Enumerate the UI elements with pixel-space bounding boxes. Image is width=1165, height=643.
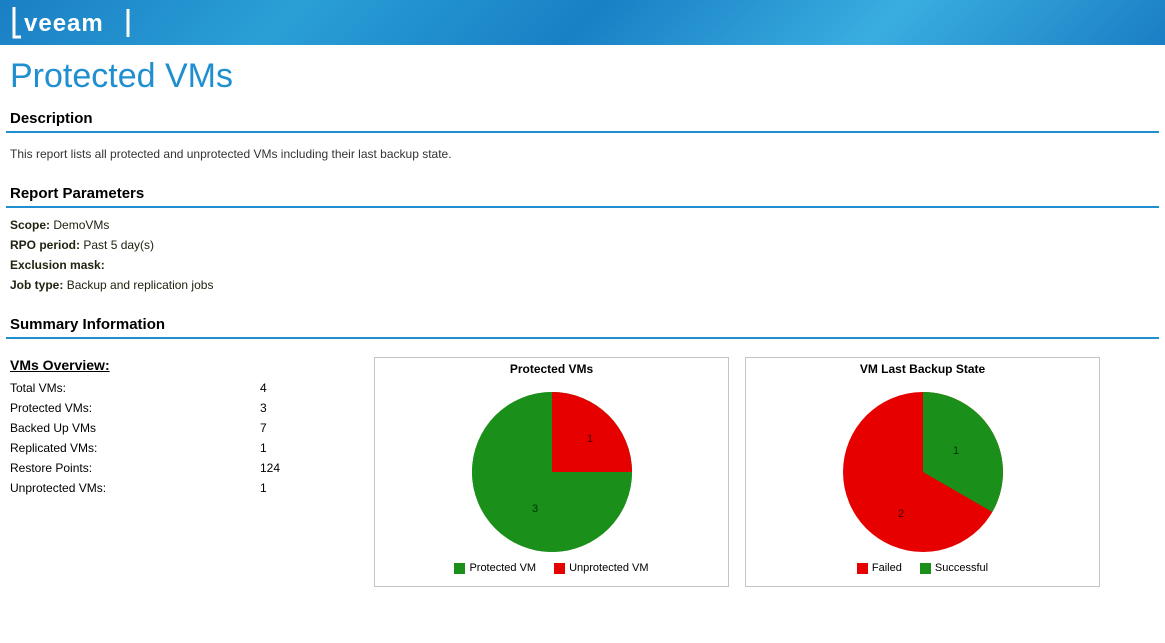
legend-item: Successful <box>920 562 988 574</box>
parameters-heading: Report Parameters <box>0 181 1165 202</box>
overview-label: Backed Up VMs <box>10 421 260 435</box>
overview-row: Replicated VMs: 1 <box>10 441 358 455</box>
overview-row: Unprotected VMs: 1 <box>10 481 358 495</box>
chart-title: Protected VMs <box>510 362 593 376</box>
summary-row: VMs Overview: Total VMs: 4 Protected VMs… <box>0 349 1165 595</box>
legend-label: Unprotected VM <box>569 562 648 574</box>
swatch-icon <box>857 563 868 574</box>
overview-label: Protected VMs: <box>10 401 260 415</box>
overview-value: 1 <box>260 481 267 495</box>
swatch-icon <box>554 563 565 574</box>
page-title: Protected VMs <box>0 45 1165 106</box>
header-banner: veeam <box>0 0 1165 45</box>
divider <box>6 131 1159 133</box>
overview-value: 7 <box>260 421 267 435</box>
scope-value: DemoVMs <box>53 218 109 232</box>
pie-chart-backup: 1 2 <box>823 380 1023 558</box>
jobtype-value: Backup and replication jobs <box>67 278 214 292</box>
legend-item: Unprotected VM <box>554 562 648 574</box>
overview-value: 1 <box>260 441 267 455</box>
description-text: This report lists all protected and unpr… <box>0 143 1165 181</box>
veeam-logo: veeam <box>10 5 170 41</box>
overview-row: Backed Up VMs 7 <box>10 421 358 435</box>
protected-vms-chart: Protected VMs 1 3 Protected VM Unprotect… <box>374 357 729 587</box>
chart-legend: Failed Successful <box>857 562 988 574</box>
last-backup-state-chart: VM Last Backup State 1 2 Failed Successf… <box>745 357 1100 587</box>
legend-item: Failed <box>857 562 902 574</box>
chart-legend: Protected VM Unprotected VM <box>454 562 648 574</box>
overview-row: Total VMs: 4 <box>10 381 358 395</box>
svg-text:veeam: veeam <box>24 10 104 37</box>
description-heading: Description <box>0 106 1165 127</box>
overview-label: Total VMs: <box>10 381 260 395</box>
overview-label: Replicated VMs: <box>10 441 260 455</box>
rpo-value: Past 5 day(s) <box>83 238 154 252</box>
swatch-icon <box>920 563 931 574</box>
divider <box>6 206 1159 208</box>
scope-label: Scope: <box>10 218 50 232</box>
legend-label: Protected VM <box>469 562 536 574</box>
overview-label: Unprotected VMs: <box>10 481 260 495</box>
chart-title: VM Last Backup State <box>860 362 985 376</box>
slice-label: 3 <box>532 503 538 515</box>
swatch-icon <box>454 563 465 574</box>
pie-chart-protected: 1 3 <box>452 380 652 558</box>
overview-value: 3 <box>260 401 267 415</box>
legend-label: Failed <box>872 562 902 574</box>
slice-label: 1 <box>587 433 593 445</box>
divider <box>6 337 1159 339</box>
overview-row: Restore Points: 124 <box>10 461 358 475</box>
overview-row: Protected VMs: 3 <box>10 401 358 415</box>
vms-overview: VMs Overview: Total VMs: 4 Protected VMs… <box>8 357 358 587</box>
legend-label: Successful <box>935 562 988 574</box>
jobtype-label: Job type: <box>10 278 63 292</box>
legend-item: Protected VM <box>454 562 536 574</box>
overview-value: 124 <box>260 461 280 475</box>
exclusion-mask-label: Exclusion mask: <box>10 258 105 272</box>
overview-value: 4 <box>260 381 267 395</box>
summary-heading: Summary Information <box>0 312 1165 333</box>
report-parameters: Scope: DemoVMs RPO period: Past 5 day(s)… <box>0 218 1165 312</box>
slice-label: 1 <box>953 445 959 457</box>
overview-label: Restore Points: <box>10 461 260 475</box>
slice-label: 2 <box>898 508 904 520</box>
rpo-label: RPO period: <box>10 238 80 252</box>
overview-title: VMs Overview: <box>10 357 358 373</box>
